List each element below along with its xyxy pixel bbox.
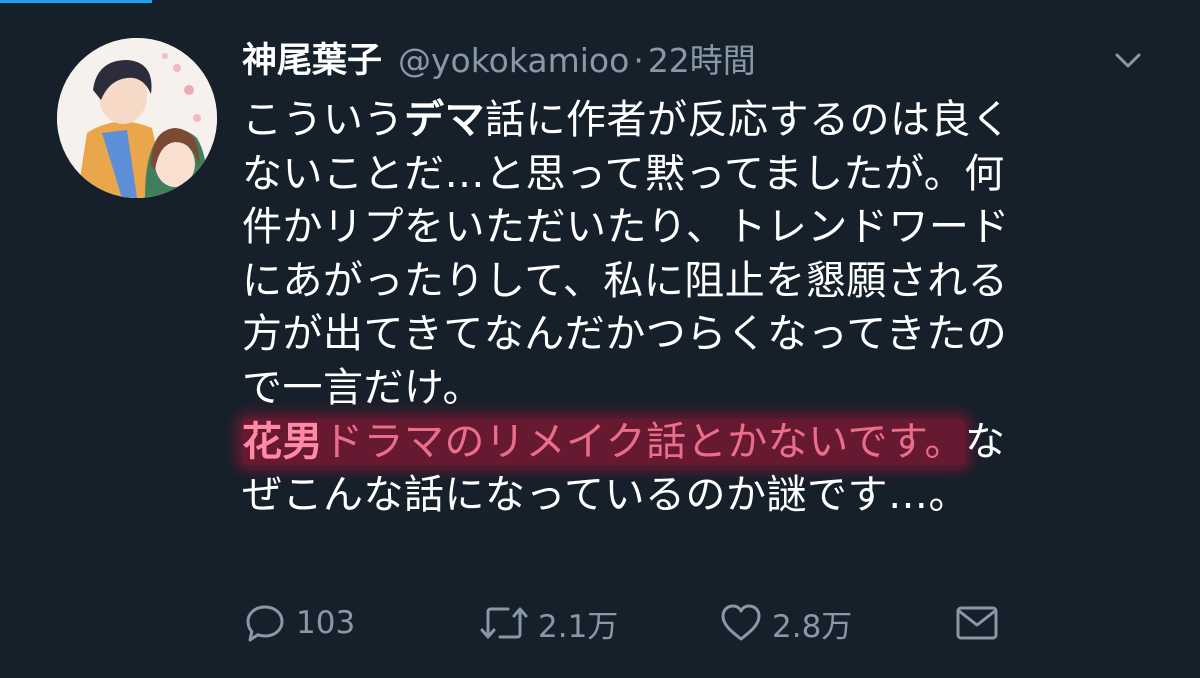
timestamp[interactable]: 22時間 — [648, 34, 756, 82]
direct-message-button[interactable] — [954, 598, 1000, 648]
top-accent-bar — [0, 0, 152, 3]
retweet-button[interactable]: 2.1万 — [478, 598, 618, 648]
tweet-text-segment: にあがったりして、私に阻止を懇願される — [242, 257, 1009, 304]
avatar[interactable] — [57, 38, 217, 198]
tweet-line: こういうデマ話に作者が反応するのは良く — [242, 94, 1192, 148]
reply-count: 103 — [296, 605, 356, 641]
tweet-text-segment: 方が出てきてなんだかつらくなってきたの — [242, 311, 1008, 358]
separator: · — [633, 41, 644, 80]
tweet-line: ないことだ…と思って黙ってましたが。何 — [242, 148, 1192, 202]
tweet-line: ぜこんな話になっているのか謎です…。 — [242, 469, 1192, 523]
tweet-text-segment: ないことだ…と思って黙ってましたが。何 — [242, 150, 1005, 197]
retweet-icon — [480, 607, 528, 639]
tweet-actions: 103 2.1万 2.8万 — [242, 598, 1062, 648]
tweet-text-segment: で一言だけ。 — [242, 364, 483, 411]
display-name[interactable]: 神尾葉子 — [242, 32, 382, 83]
reply-button[interactable]: 103 — [242, 598, 355, 648]
user-handle[interactable]: @yokokamioo — [398, 41, 629, 80]
tweet-text-segment: な — [965, 418, 1006, 465]
like-count: 2.8万 — [772, 608, 853, 645]
highlight-mark: 花男ドラマのリメイク話とかないです。 — [242, 418, 965, 465]
tweet-line: で一言だけ。 — [242, 362, 1192, 416]
tweet-header: 神尾葉子 @yokokamioo · 22時間 — [242, 32, 756, 88]
tweet-text-segment: ぜこんな話になっているのか謎です…。 — [242, 472, 969, 519]
tweet-text-segment: こういう — [242, 97, 404, 143]
highlighted-text: 花男 — [242, 418, 323, 465]
tweet-line: 方が出てきてなんだかつらくなってきたの — [242, 308, 1192, 362]
avatar-illustration — [57, 38, 217, 198]
highlighted-text: ドラマのリメイク話とかないです。 — [323, 418, 965, 465]
retweet-count: 2.1万 — [538, 608, 619, 645]
tweet-line: 花男ドラマのリメイク話とかないです。な — [242, 416, 1192, 470]
tweet-line: 件かリプをいただいたり、トレンドワード — [242, 201, 1192, 255]
like-button[interactable]: 2.8万 — [718, 598, 852, 648]
heart-icon — [721, 604, 761, 641]
tweet-line: にあがったりして、私に阻止を懇願される — [242, 255, 1192, 309]
tweet-text-segment: デマ — [404, 97, 485, 143]
tweet-text-segment: 件かリプをいただいたり、トレンドワード — [242, 204, 1010, 251]
envelope-icon — [956, 606, 998, 640]
chevron-down-icon[interactable] — [1112, 44, 1144, 76]
tweet-text-segment: 話に作者が反応するのは良く — [485, 97, 1012, 143]
tweet-text: こういうデマ話に作者が反応するのは良く ないことだ…と思って黙ってましたが。何 件か… — [242, 94, 1192, 523]
reply-icon — [246, 605, 284, 642]
